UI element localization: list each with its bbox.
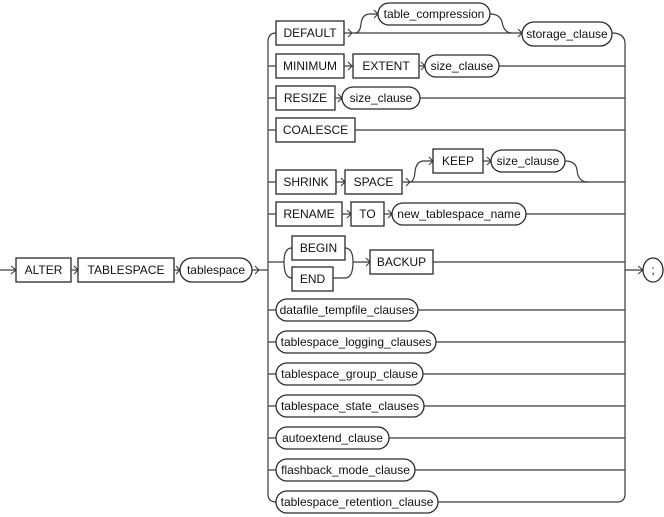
param-tablespace-retention-clause: tablespace_retention_clause <box>281 495 434 509</box>
branch-retention: tablespace_retention_clause <box>275 490 617 514</box>
param-table-compression: table_compression <box>384 7 485 21</box>
param-size-clause: size_clause <box>497 154 560 168</box>
branch-logging: tablespace_logging_clauses <box>268 330 625 354</box>
branch-state: tablespace_state_clauses <box>268 394 625 418</box>
keyword-tablespace: TABLESPACE <box>77 257 175 283</box>
keyword-extent: EXTENT <box>362 59 410 73</box>
branch-autoextend: autoextend_clause <box>268 426 625 450</box>
branch-backup: BEGIN END BACKUP <box>268 235 625 292</box>
param-tablespace-state-clauses: tablespace_state_clauses <box>281 399 419 413</box>
param-storage-clause: storage_clause <box>526 27 608 41</box>
param-tablespace-logging-clauses: tablespace_logging_clauses <box>281 335 432 349</box>
keyword-end: END <box>300 272 326 286</box>
syntax-diagram: ALTER TABLESPACE tablespace ; DEFAULT ta… <box>0 2 664 514</box>
param-tablespace-group-clause: tablespace_group_clause <box>281 367 418 381</box>
param-tablespace-label: tablespace <box>187 263 245 277</box>
keyword-alter: ALTER <box>15 257 72 283</box>
branch-shrink: SHRINK SPACE KEEP size_clause <box>268 148 625 195</box>
branch-datafile-tempfile: datafile_tempfile_clauses <box>268 298 625 322</box>
param-autoextend-clause: autoextend_clause <box>282 431 383 445</box>
left-bus-top-curve <box>267 32 277 43</box>
terminator-label: ; <box>651 263 654 277</box>
param-size-clause: size_clause <box>431 59 494 73</box>
keyword-begin: BEGIN <box>300 241 337 255</box>
param-flashback-mode-clause: flashback_mode_clause <box>281 463 410 477</box>
branch-minimum: MINIMUM EXTENT size_clause <box>268 53 625 79</box>
keyword-default: DEFAULT <box>283 26 337 40</box>
keyword-to: TO <box>359 207 375 221</box>
branch-coalesce: COALESCE <box>268 117 625 143</box>
right-bus-bottom-curve <box>616 493 626 503</box>
param-tablespace: tablespace <box>179 257 253 283</box>
param-datafile-tempfile-clauses: datafile_tempfile_clauses <box>280 303 415 317</box>
keyword-backup: BACKUP <box>377 255 426 269</box>
keyword-coalesce: COALESCE <box>283 123 348 137</box>
keyword-keep: KEEP <box>442 154 474 168</box>
keyword-tablespace-label: TABLESPACE <box>88 263 165 277</box>
keyword-minimum: MINIMUM <box>283 59 337 73</box>
terminator-semicolon: ; <box>642 257 664 283</box>
left-bus-bottom-curve <box>267 493 277 503</box>
right-bus-top-curve <box>611 32 626 45</box>
keyword-rename: RENAME <box>283 207 334 221</box>
keyword-shrink: SHRINK <box>283 175 328 189</box>
branch-rename: RENAME TO new_tablespace_name <box>268 201 625 227</box>
keyword-resize: RESIZE <box>284 91 327 105</box>
branch-default: DEFAULT table_compression storage_clause <box>275 2 613 47</box>
keyword-space: SPACE <box>354 175 394 189</box>
branch-flashback: flashback_mode_clause <box>268 458 625 482</box>
param-new-tablespace-name: new_tablespace_name <box>397 207 521 221</box>
branch-resize: RESIZE size_clause <box>268 85 625 111</box>
keyword-alter-label: ALTER <box>25 263 63 277</box>
param-size-clause: size_clause <box>350 91 413 105</box>
branch-group: tablespace_group_clause <box>268 362 625 386</box>
